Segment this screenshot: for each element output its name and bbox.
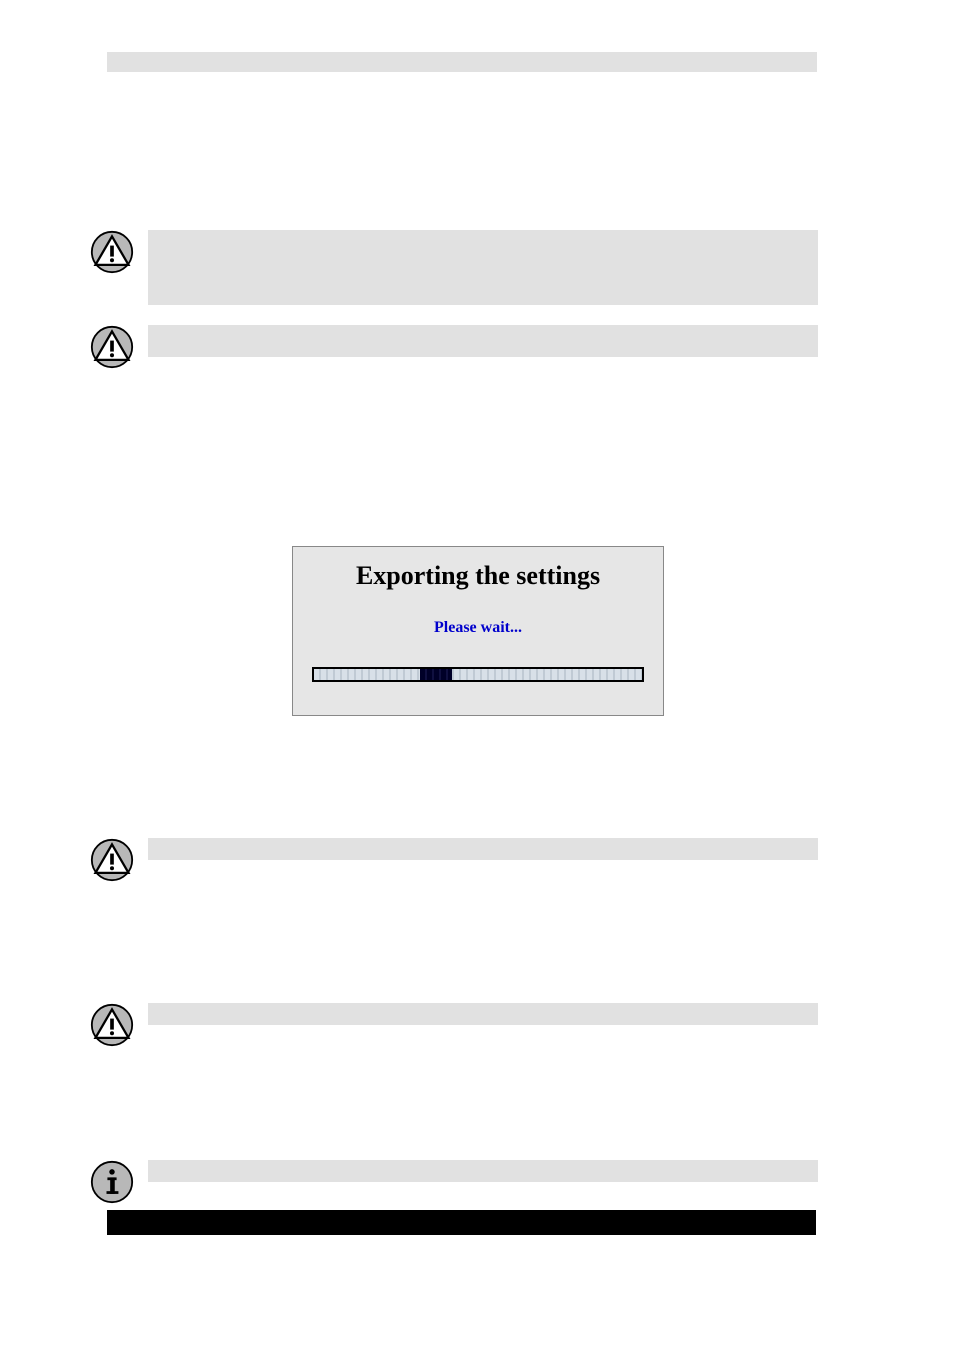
warning-callout-1 [90, 230, 818, 305]
callout-content [148, 1003, 818, 1025]
warning-icon [90, 838, 134, 882]
dialog-subtitle: Please wait... [293, 619, 663, 637]
header-bar [107, 52, 817, 72]
warning-icon [90, 1003, 134, 1047]
export-dialog: Exporting the settings Please wait... [292, 546, 664, 716]
dialog-title: Exporting the settings [293, 561, 663, 591]
callout-content [148, 230, 818, 305]
callout-content [148, 325, 818, 357]
callout-content [148, 838, 818, 860]
callout-content [148, 1160, 818, 1182]
progress-bar [312, 667, 644, 682]
warning-callout-4 [90, 1003, 818, 1047]
footer-bar [107, 1210, 816, 1235]
warning-callout-3 [90, 838, 818, 882]
info-icon [90, 1160, 134, 1204]
progress-fill [420, 669, 452, 680]
info-callout [90, 1160, 818, 1204]
warning-icon [90, 325, 134, 369]
warning-callout-2 [90, 325, 818, 369]
warning-icon [90, 230, 134, 274]
